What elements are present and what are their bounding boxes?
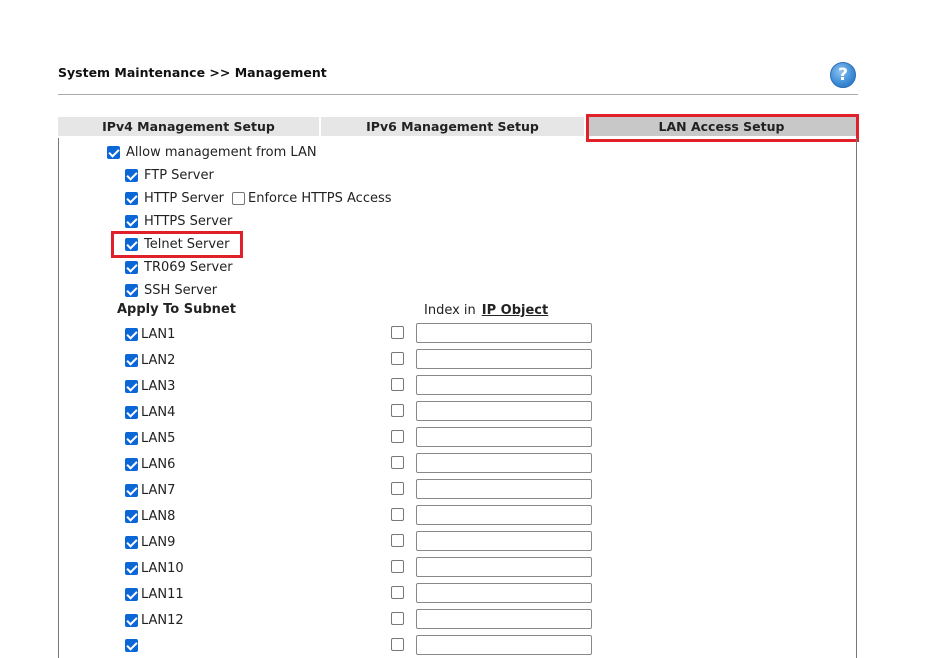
subnet-checkbox[interactable] xyxy=(125,614,138,627)
subnet-row: LAN11 xyxy=(125,587,184,602)
subnet-row: LAN12 xyxy=(125,613,184,628)
http-server-label: HTTP Server xyxy=(144,191,225,206)
ip-object-index-checkbox[interactable] xyxy=(391,430,404,443)
apply-subnet-heading: Apply To Subnet xyxy=(117,302,236,317)
subnet-row: LAN5 xyxy=(125,431,175,446)
http-row: HTTP Server Enforce HTTPS Access xyxy=(125,191,392,206)
subnet-checkbox[interactable] xyxy=(125,432,138,445)
subnet-checkbox[interactable] xyxy=(125,562,138,575)
ip-object-index-checkbox[interactable] xyxy=(391,326,404,339)
tr069-server-label: TR069 Server xyxy=(144,260,233,275)
subnet-checkbox[interactable] xyxy=(125,639,138,652)
subnet-row: LAN4 xyxy=(125,405,175,420)
highlight-box-telnet xyxy=(111,231,243,258)
subnet-checkbox[interactable] xyxy=(125,406,138,419)
subnet-label: LAN9 xyxy=(141,535,176,550)
http-server-checkbox[interactable] xyxy=(125,192,138,205)
subnet-row: LAN2 xyxy=(125,353,175,368)
subnet-label: LAN5 xyxy=(141,431,176,446)
https-server-checkbox[interactable] xyxy=(125,215,138,228)
allow-management-checkbox[interactable] xyxy=(107,146,120,159)
ip-object-index-input[interactable] xyxy=(416,479,592,499)
ip-object-index-checkbox[interactable] xyxy=(391,612,404,625)
subnet-label: LAN7 xyxy=(141,483,176,498)
subnet-checkbox[interactable] xyxy=(125,354,138,367)
enforce-https-checkbox[interactable] xyxy=(232,192,246,205)
ip-object-index-input[interactable] xyxy=(416,323,592,343)
subnet-checkbox[interactable] xyxy=(125,328,138,341)
help-icon[interactable]: ? xyxy=(830,62,856,88)
index-in-label: Index in xyxy=(424,303,476,318)
ip-object-index-checkbox[interactable] xyxy=(391,404,404,417)
subnet-checkbox[interactable] xyxy=(125,536,138,549)
index-header: Index in IP Object xyxy=(424,303,548,318)
ip-object-index-input[interactable] xyxy=(416,401,592,421)
ftp-server-checkbox[interactable] xyxy=(125,169,138,182)
ip-object-index-input[interactable] xyxy=(416,375,592,395)
subnet-row: LAN1 xyxy=(125,327,175,342)
subnet-label: LAN12 xyxy=(141,613,184,628)
ip-object-index-checkbox[interactable] xyxy=(391,482,404,495)
enforce-https-label: Enforce HTTPS Access xyxy=(248,191,392,206)
subnet-checkbox[interactable] xyxy=(125,380,138,393)
ip-object-index-checkbox[interactable] xyxy=(391,378,404,391)
ip-object-index-checkbox[interactable] xyxy=(391,508,404,521)
ip-object-index-checkbox[interactable] xyxy=(391,534,404,547)
subnet-row: LAN7 xyxy=(125,483,175,498)
subnet-checkbox[interactable] xyxy=(125,458,138,471)
subnet-row: LAN8 xyxy=(125,509,175,524)
ip-object-index-input[interactable] xyxy=(416,349,592,369)
ip-object-index-input[interactable] xyxy=(416,505,592,525)
ip-object-index-input[interactable] xyxy=(416,453,592,473)
subnet-label: LAN6 xyxy=(141,457,176,472)
ip-object-index-checkbox[interactable] xyxy=(391,456,404,469)
allow-management-row: Allow management from LAN xyxy=(107,145,317,160)
tab-ipv4-management-setup[interactable]: IPv4 Management Setup xyxy=(58,117,321,136)
ip-object-index-checkbox[interactable] xyxy=(391,352,404,365)
ip-object-index-checkbox[interactable] xyxy=(391,586,404,599)
ip-object-index-input[interactable] xyxy=(416,583,592,603)
subnet-row xyxy=(125,639,141,652)
tr069-server-checkbox[interactable] xyxy=(125,261,138,274)
ip-object-link[interactable]: IP Object xyxy=(482,303,548,318)
page-title: System Maintenance >> Management xyxy=(58,65,327,80)
https-row: HTTPS Server xyxy=(125,214,232,229)
divider xyxy=(58,94,858,95)
ip-object-index-input[interactable] xyxy=(416,635,592,655)
subnet-row: LAN6 xyxy=(125,457,175,472)
ftp-row: FTP Server xyxy=(125,168,214,183)
subnet-row: LAN10 xyxy=(125,561,184,576)
tr069-row: TR069 Server xyxy=(125,260,233,275)
ssh-row: SSH Server xyxy=(125,283,217,298)
subnet-row: LAN3 xyxy=(125,379,175,394)
https-server-label: HTTPS Server xyxy=(144,214,233,229)
ssh-server-label: SSH Server xyxy=(144,283,218,298)
subnet-checkbox[interactable] xyxy=(125,484,138,497)
subnet-label: LAN1 xyxy=(141,327,176,342)
subnet-label: LAN2 xyxy=(141,353,176,368)
ip-object-index-input[interactable] xyxy=(416,609,592,629)
subnet-label: LAN11 xyxy=(141,587,184,602)
subnet-label: LAN8 xyxy=(141,509,176,524)
ip-object-index-input[interactable] xyxy=(416,427,592,447)
ip-object-index-checkbox[interactable] xyxy=(391,560,404,573)
allow-management-label: Allow management from LAN xyxy=(126,145,317,160)
ftp-server-label: FTP Server xyxy=(144,168,214,183)
subnet-row: LAN9 xyxy=(125,535,175,550)
subnet-checkbox[interactable] xyxy=(125,510,138,523)
ip-object-index-checkbox[interactable] xyxy=(391,638,404,651)
subnet-label: LAN3 xyxy=(141,379,176,394)
ip-object-index-input[interactable] xyxy=(416,557,592,577)
ssh-server-checkbox[interactable] xyxy=(125,284,138,297)
subnet-label: LAN10 xyxy=(141,561,184,576)
tab-ipv6-management-setup[interactable]: IPv6 Management Setup xyxy=(321,117,586,136)
ip-object-index-input[interactable] xyxy=(416,531,592,551)
subnet-checkbox[interactable] xyxy=(125,588,138,601)
subnet-label: LAN4 xyxy=(141,405,176,420)
